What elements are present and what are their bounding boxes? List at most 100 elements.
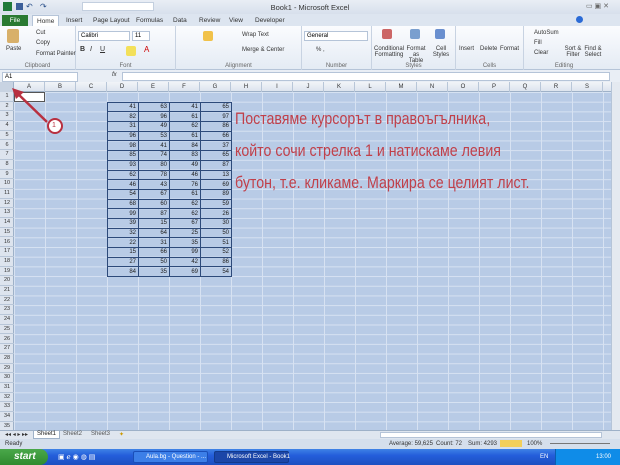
number-format-select[interactable]: General — [304, 31, 368, 41]
table-cell[interactable]: 99 — [107, 208, 139, 219]
zoom-slider[interactable] — [550, 443, 610, 444]
table-cell[interactable]: 69 — [169, 266, 201, 278]
font-name-select[interactable]: Calibri — [78, 31, 130, 41]
table-cell[interactable]: 35 — [169, 237, 201, 248]
column-header-P[interactable]: P — [479, 82, 510, 92]
paste-button[interactable]: Paste — [6, 46, 21, 52]
table-cell[interactable]: 60 — [138, 198, 170, 210]
table-cell[interactable]: 84 — [107, 266, 139, 278]
row-header-20[interactable]: 20 — [0, 276, 14, 286]
tab-home[interactable]: Home — [32, 15, 60, 26]
table-cell[interactable]: 74 — [138, 150, 170, 161]
table-cell[interactable]: 84 — [169, 140, 201, 152]
language-indicator[interactable]: EN — [540, 454, 548, 460]
table-cell[interactable]: 87 — [138, 208, 170, 219]
table-cell[interactable]: 30 — [200, 217, 232, 229]
table-cell[interactable]: 96 — [107, 130, 139, 142]
format-cells-button[interactable]: Format — [500, 46, 519, 52]
tab-developer[interactable]: Developer — [251, 15, 289, 26]
table-cell[interactable]: 69 — [200, 179, 232, 190]
column-header-J[interactable]: J — [293, 82, 324, 92]
percent-button[interactable]: % , — [316, 47, 325, 53]
table-cell[interactable]: 41 — [169, 101, 201, 113]
table-cell[interactable]: 65 — [200, 101, 232, 113]
column-header-S[interactable]: S — [572, 82, 603, 92]
find-select-button[interactable]: Find & Select — [584, 46, 602, 58]
table-cell[interactable]: 61 — [169, 130, 201, 142]
table-cell[interactable]: 66 — [138, 247, 170, 258]
underline-button[interactable]: U — [100, 46, 105, 53]
table-cell[interactable]: 64 — [138, 227, 170, 239]
table-cell[interactable]: 67 — [138, 188, 170, 200]
column-header-I[interactable]: I — [262, 82, 293, 92]
table-cell[interactable]: 80 — [138, 159, 170, 171]
table-cell[interactable]: 97 — [200, 111, 232, 123]
table-cell[interactable]: 54 — [200, 266, 232, 278]
merge-center-button[interactable]: Merge & Center — [242, 47, 284, 53]
row-header-23[interactable]: 23 — [0, 305, 14, 316]
clear-button[interactable]: Clear — [534, 50, 548, 56]
tab-review[interactable]: Review — [195, 15, 224, 26]
tab-data[interactable]: Data — [169, 15, 191, 26]
formula-input[interactable] — [122, 72, 610, 81]
taskbar-item-excel[interactable]: Microsoft Excel - Book1 — [214, 451, 290, 463]
row-header-31[interactable]: 31 — [0, 383, 14, 393]
table-cell[interactable]: 49 — [138, 121, 170, 132]
table-cell[interactable]: 85 — [107, 150, 139, 161]
tab-file[interactable]: File — [2, 15, 28, 26]
table-cell[interactable]: 51 — [200, 237, 232, 248]
table-cell[interactable]: 82 — [107, 111, 139, 123]
tab-formulas[interactable]: Formulas — [132, 15, 167, 26]
table-cell[interactable]: 31 — [107, 121, 139, 132]
row-header-10[interactable]: 10 — [0, 179, 14, 189]
table-cell[interactable]: 87 — [200, 159, 232, 171]
table-cell[interactable]: 50 — [138, 256, 170, 268]
font-size-select[interactable]: 11 — [132, 31, 150, 41]
column-header-G[interactable]: G — [200, 82, 231, 92]
row-header-18[interactable]: 18 — [0, 257, 14, 267]
align-bottom-icon[interactable] — [203, 31, 213, 41]
help-icon[interactable] — [576, 16, 583, 23]
table-cell[interactable]: 86 — [200, 121, 232, 132]
table-cell[interactable]: 41 — [107, 101, 139, 113]
row-header-27[interactable]: 27 — [0, 344, 14, 354]
fill-color-icon[interactable] — [126, 46, 136, 56]
table-cell[interactable]: 46 — [169, 169, 201, 181]
column-header-N[interactable]: N — [417, 82, 448, 92]
column-header-D[interactable]: D — [107, 82, 138, 92]
row-header-28[interactable]: 28 — [0, 354, 14, 364]
column-header-K[interactable]: K — [324, 82, 355, 92]
format-painter-button[interactable]: Format Painter — [36, 51, 76, 57]
tab-sheet2[interactable]: Sheet2 — [60, 431, 85, 439]
italic-button[interactable]: I — [90, 46, 92, 53]
table-cell[interactable]: 61 — [169, 111, 201, 123]
table-cell[interactable]: 62 — [169, 198, 201, 210]
fill-button[interactable]: Fill — [534, 40, 542, 46]
column-header-O[interactable]: O — [448, 82, 479, 92]
row-header-26[interactable]: 26 — [0, 335, 14, 345]
table-cell[interactable]: 61 — [169, 188, 201, 200]
table-cell[interactable]: 37 — [200, 140, 232, 152]
table-cell[interactable]: 49 — [169, 159, 201, 171]
format-as-table-button[interactable]: Format as Table — [405, 46, 427, 64]
table-cell[interactable]: 42 — [169, 256, 201, 268]
copy-button[interactable]: Copy — [36, 40, 50, 46]
vertical-scrollbar[interactable] — [611, 82, 620, 430]
table-cell[interactable]: 63 — [138, 101, 170, 113]
column-header-L[interactable]: L — [355, 82, 386, 92]
bold-button[interactable]: B — [80, 46, 85, 53]
cell-styles-button[interactable]: Cell Styles — [430, 46, 452, 58]
table-cell[interactable]: 86 — [200, 256, 232, 268]
start-button[interactable]: start — [0, 449, 48, 465]
table-cell[interactable]: 52 — [200, 247, 232, 258]
name-box[interactable]: A1 — [2, 72, 78, 82]
cut-button[interactable]: Cut — [36, 30, 45, 36]
row-header-19[interactable]: 19 — [0, 267, 14, 277]
column-header-F[interactable]: F — [169, 82, 200, 92]
table-cell[interactable]: 62 — [169, 208, 201, 219]
table-cell[interactable]: 93 — [107, 159, 139, 171]
table-cell[interactable]: 22 — [107, 237, 139, 248]
taskbar-item-aula[interactable]: Aula.bg - Question - ... — [133, 451, 208, 463]
delete-cells-button[interactable]: Delete — [480, 46, 497, 52]
fx-icon[interactable]: fx — [112, 72, 117, 78]
